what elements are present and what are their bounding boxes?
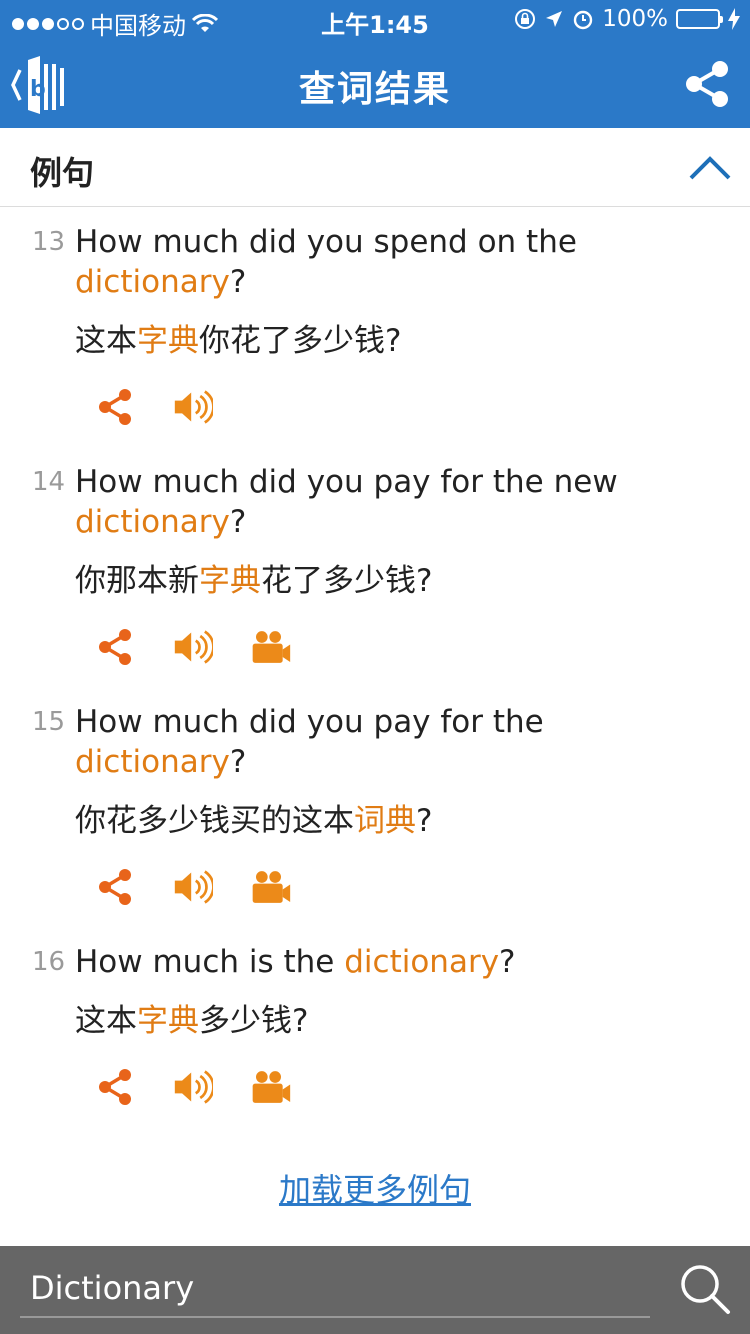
battery-percent: 100%	[602, 6, 668, 32]
battery-icon	[676, 9, 723, 29]
example-chinese[interactable]: 这本字典你花了多少钱?	[75, 321, 715, 361]
example-actions	[95, 867, 291, 907]
search-input[interactable]	[20, 1260, 650, 1318]
search-icon[interactable]	[678, 1262, 732, 1316]
example-english[interactable]: How much did you pay for the dictionary?	[75, 702, 715, 782]
charging-icon	[728, 8, 740, 30]
nav-bar: b 查词结果	[0, 40, 750, 128]
example-chinese[interactable]: 你花多少钱买的这本词典?	[75, 801, 715, 841]
status-right: 100%	[514, 6, 740, 32]
search-bar	[0, 1246, 750, 1334]
speaker-icon[interactable]	[173, 867, 213, 907]
example-english[interactable]: How much did you pay for the new diction…	[75, 462, 715, 542]
speaker-icon[interactable]	[173, 1067, 213, 1107]
example-number: 13	[32, 227, 66, 257]
share-icon[interactable]	[95, 387, 135, 427]
video-camera-icon[interactable]	[251, 867, 291, 907]
chevron-up-icon[interactable]	[688, 152, 732, 184]
example-number: 15	[32, 707, 66, 737]
example-english[interactable]: How much is the dictionary?	[75, 942, 715, 982]
example-chinese[interactable]: 这本字典多少钱?	[75, 1001, 715, 1041]
share-icon[interactable]	[95, 867, 135, 907]
alarm-icon	[574, 10, 593, 30]
example-actions	[95, 1067, 291, 1107]
section-title: 例句	[30, 154, 95, 192]
speaker-icon[interactable]	[173, 627, 213, 667]
share-icon[interactable]	[684, 60, 730, 108]
video-camera-icon[interactable]	[251, 1067, 291, 1107]
rotation-lock-icon	[515, 9, 536, 29]
page-title: 查词结果	[298, 69, 451, 110]
example-english[interactable]: How much did you spend on the dictionary…	[75, 222, 715, 302]
status-bar: 中国移动 上午1:45 100%	[0, 0, 750, 40]
example-number: 14	[32, 467, 66, 497]
share-icon[interactable]	[95, 1067, 135, 1107]
location-icon	[546, 11, 563, 27]
example-actions	[95, 387, 213, 427]
share-icon[interactable]	[95, 627, 135, 667]
speaker-icon[interactable]	[173, 387, 213, 427]
example-number: 16	[32, 947, 66, 977]
video-camera-icon[interactable]	[251, 627, 291, 667]
example-actions	[95, 627, 291, 667]
example-chinese[interactable]: 你那本新字典花了多少钱?	[75, 561, 715, 601]
load-more-link[interactable]: 加载更多例句	[0, 1165, 750, 1211]
examples-section-header[interactable]: 例句	[0, 128, 750, 207]
